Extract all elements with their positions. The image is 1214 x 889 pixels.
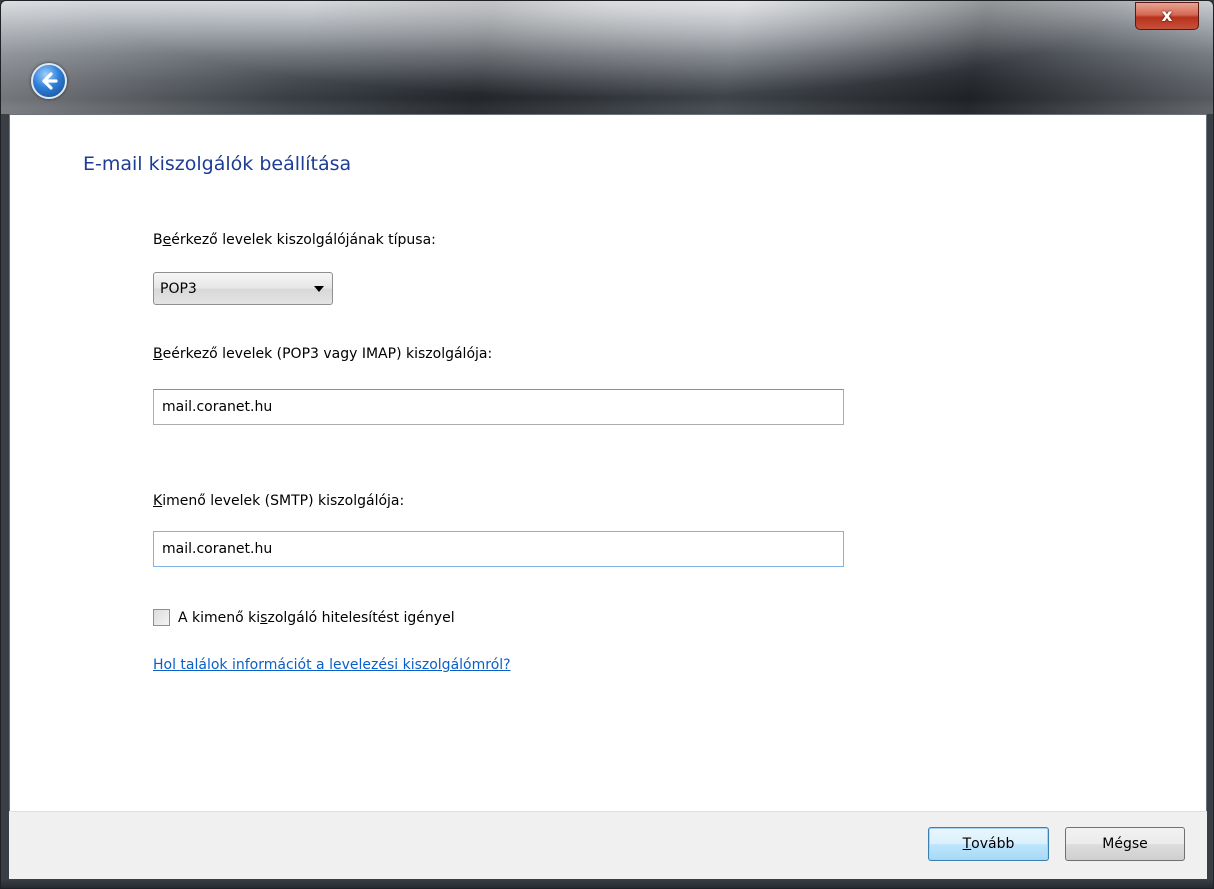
label-text: A kimenő ki [178,609,261,626]
label-text: zolgáló hitelesítést igényel [267,609,455,626]
button-label: ovább [971,836,1015,852]
label-text: imenő levelek (SMTP) kiszolgálója: [162,493,405,509]
dialog-window: x E-mail kiszolgálók beállítása Beérkező… [0,0,1214,889]
outgoing-server-label: Kimenő levelek (SMTP) kiszolgálója: [153,493,404,509]
server-info-help-link[interactable]: Hol találok információt a levelezési kis… [153,657,511,673]
incoming-type-label: Beérkező levelek kiszolgálójának típusa: [153,232,436,248]
label-text: eérkező levelek (POP3 vagy IMAP) kiszolg… [162,346,493,362]
dropdown-value: POP3 [160,280,197,297]
label-accel: B [153,346,163,362]
title-bar-glass [1,1,1213,114]
button-label: Mégse [1102,836,1148,852]
incoming-server-input[interactable]: mail.coranet.hu [153,389,844,425]
incoming-server-label: Beérkező levelek (POP3 vagy IMAP) kiszol… [153,346,492,362]
outgoing-server-input[interactable]: mail.coranet.hu [153,531,844,567]
label-accel: e [162,232,172,248]
auth-checkbox-label: A kimenő kiszolgáló hitelesítést igényel [178,610,455,626]
next-button[interactable]: Tovább [928,827,1049,861]
window-bottom-frame [1,879,1213,888]
close-icon: x [1161,6,1173,26]
auth-checkbox[interactable] [153,609,170,626]
label-accel: K [153,493,163,509]
back-button[interactable] [31,63,67,99]
chevron-down-icon [314,286,324,292]
auth-checkbox-row[interactable]: A kimenő kiszolgáló hitelesítést igényel [153,609,455,626]
input-value: mail.coranet.hu [162,541,273,557]
label-text: B [153,232,163,248]
button-accel: T [962,836,972,852]
input-value: mail.coranet.hu [162,399,273,415]
close-button[interactable]: x [1135,2,1199,30]
label-text: érkező levelek kiszolgálójának típusa: [171,232,436,248]
page-title: E-mail kiszolgálók beállítása [83,153,352,175]
cancel-button[interactable]: Mégse [1065,827,1185,861]
incoming-type-dropdown[interactable]: POP3 [153,272,333,305]
back-arrow-icon [42,72,58,90]
